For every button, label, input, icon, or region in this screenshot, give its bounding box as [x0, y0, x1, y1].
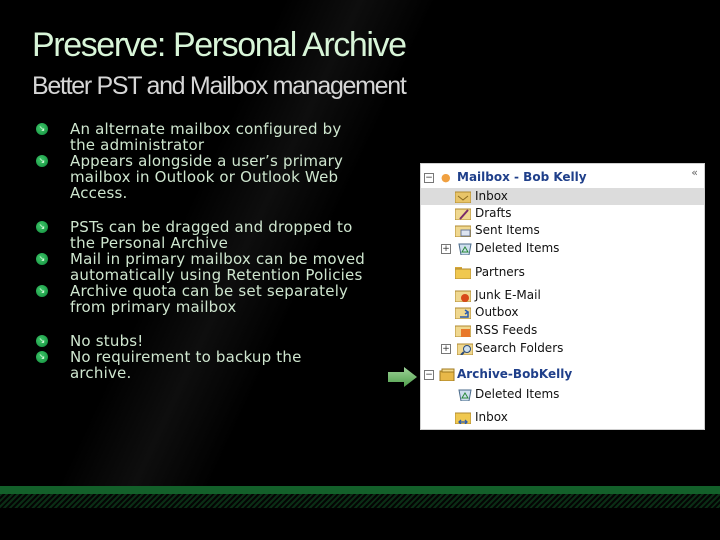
folder-item-rss-feeds[interactable]: RSS Feeds	[421, 322, 704, 339]
tree-root-archive[interactable]: − Archive-BobKelly	[421, 366, 704, 383]
bullet-item: ↘ No stubs!	[36, 333, 366, 349]
search-folder-icon	[457, 343, 473, 355]
tree-root-mailbox[interactable]: − ● Mailbox - Bob Kelly	[421, 169, 704, 186]
folder-item-deleted-items[interactable]: + Deleted Items	[421, 240, 704, 257]
junk-folder-icon	[455, 290, 471, 302]
bullet-text: Mail in primary mailbox can be moved aut…	[70, 250, 366, 284]
expand-toggle[interactable]: +	[441, 244, 451, 254]
archive-folder-deleted-items[interactable]: Deleted Items	[421, 386, 704, 403]
collapse-toggle[interactable]: −	[424, 173, 434, 183]
folder-label: Deleted Items	[475, 241, 560, 255]
archive-label: Archive-BobKelly	[457, 367, 573, 381]
bullet-item: ↘ Appears alongside a user’s primary mail…	[36, 153, 366, 201]
bullet-item: ↘ PSTs can be dragged and dropped to the …	[36, 219, 366, 251]
folder-label: Search Folders	[475, 341, 564, 355]
archive-mailbox-icon	[439, 368, 455, 381]
folder-pane: « − ● Mailbox - Bob Kelly Inbox Drafts S…	[420, 163, 705, 430]
collapse-toggle[interactable]: −	[424, 370, 434, 380]
bullet-item: ↘ Archive quota can be set separately fro…	[36, 283, 366, 315]
folder-label: Inbox	[475, 410, 508, 424]
arrow-bullet-icon: ↘	[36, 253, 48, 265]
drafts-folder-icon	[455, 208, 471, 220]
folder-label: Sent Items	[475, 223, 540, 237]
arrow-bullet-icon: ↘	[36, 123, 48, 135]
rss-folder-icon	[455, 325, 471, 337]
outbox-folder-icon	[455, 307, 471, 319]
folder-label: Inbox	[475, 189, 508, 203]
sent-folder-icon	[455, 225, 471, 237]
folder-label: Partners	[475, 265, 525, 279]
slide-title: Preserve: Personal Archive	[32, 26, 407, 64]
arrow-bullet-icon: ↘	[36, 351, 48, 363]
arrow-bullet-icon: ↘	[36, 155, 48, 167]
bullet-text: No requirement to backup the archive.	[70, 348, 302, 382]
bullet-text: Appears alongside a user’s primary mailb…	[70, 152, 344, 202]
bullet-item: ↘ Mail in primary mailbox can be moved au…	[36, 251, 366, 283]
inbox-folder-icon	[455, 191, 471, 203]
folder-label: Drafts	[475, 206, 512, 220]
bullet-group: ↘ PSTs can be dragged and dropped to the …	[36, 219, 366, 315]
folder-item-junk-email[interactable]: Junk E-Mail	[421, 287, 704, 304]
footer-accent-bar	[0, 486, 720, 494]
folder-item-outbox[interactable]: Outbox	[421, 304, 704, 321]
bullet-text: Archive quota can be set separately from…	[70, 282, 349, 316]
folder-label: Outbox	[475, 305, 519, 319]
deleted-items-icon	[458, 243, 472, 255]
arrow-bullet-icon: ↘	[36, 221, 48, 233]
mailbox-icon: ●	[441, 171, 451, 184]
inbox-folder-icon	[455, 412, 471, 424]
folder-label: RSS Feeds	[475, 323, 538, 337]
folder-icon	[455, 267, 471, 279]
folder-label: Deleted Items	[475, 387, 560, 401]
folder-label: Junk E-Mail	[475, 288, 541, 302]
folder-item-drafts[interactable]: Drafts	[421, 205, 704, 222]
mailbox-label: Mailbox - Bob Kelly	[457, 170, 587, 184]
archive-folder-inbox[interactable]: Inbox	[421, 409, 704, 426]
expand-toggle[interactable]: +	[441, 344, 451, 354]
arrow-bullet-icon: ↘	[36, 335, 48, 347]
folder-item-inbox[interactable]: Inbox	[421, 188, 704, 205]
folder-item-partners[interactable]: Partners	[421, 264, 704, 281]
arrow-bullet-icon: ↘	[36, 285, 48, 297]
bullet-item: ↘ No requirement to backup the archive.	[36, 349, 366, 381]
bullet-item: ↘ An alternate mailbox configured by the …	[36, 121, 366, 153]
bullet-group: ↘ An alternate mailbox configured by the …	[36, 121, 366, 201]
footer-hatch-pattern	[0, 494, 720, 508]
slide-subtitle: Better PST and Mailbox management	[32, 72, 407, 100]
folder-item-search-folders[interactable]: + Search Folders	[421, 340, 704, 357]
bullet-text: An alternate mailbox configured by the a…	[70, 120, 342, 154]
bullet-text: PSTs can be dragged and dropped to the P…	[70, 218, 353, 252]
bullet-list: ↘ An alternate mailbox configured by the …	[36, 121, 366, 399]
deleted-items-icon	[458, 389, 472, 401]
bullet-group: ↘ No stubs! ↘ No requirement to backup the…	[36, 333, 366, 381]
pointer-arrow-icon	[388, 367, 417, 387]
folder-item-sent-items[interactable]: Sent Items	[421, 222, 704, 239]
